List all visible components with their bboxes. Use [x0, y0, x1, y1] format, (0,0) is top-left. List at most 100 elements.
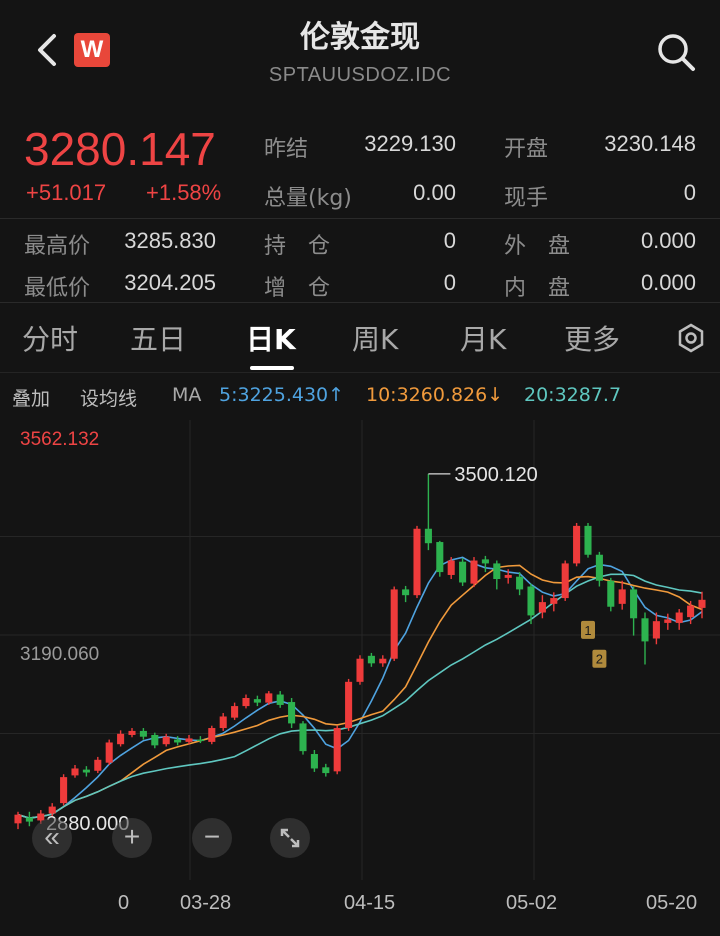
inner-disk-value: 0.000	[640, 270, 696, 295]
candle-body	[265, 693, 273, 703]
candle-body	[288, 702, 296, 724]
candle-body	[698, 599, 706, 608]
tab-weekly-k[interactable]: 周K	[352, 318, 398, 358]
event-marker-label: 1	[584, 623, 591, 638]
tab-intraday[interactable]: 分时	[22, 318, 78, 358]
outer-disk-label: 外 盘	[504, 234, 571, 259]
candle-body	[607, 580, 615, 607]
candle-body	[675, 612, 683, 623]
high-label: 最高价	[24, 234, 91, 259]
tab-more[interactable]: 更多	[564, 318, 620, 358]
candle-body	[447, 560, 455, 575]
candle-body	[25, 817, 33, 822]
set-ma-button[interactable]: 设均线	[80, 384, 137, 411]
candle-body	[584, 525, 592, 555]
candle-body	[550, 598, 558, 604]
x-tick-label: 0	[118, 892, 130, 914]
low-label: 最低价	[24, 276, 91, 301]
candle-body	[402, 589, 410, 596]
event-marker-label: 2	[596, 652, 603, 667]
tab-daily-k[interactable]: 日K	[246, 318, 296, 358]
candle-body	[333, 728, 341, 772]
candle-body	[276, 694, 284, 705]
ma20-value: 20:3287.7	[524, 384, 622, 406]
search-icon[interactable]	[654, 30, 698, 74]
low-value: 3204.205	[124, 270, 216, 295]
volume-label: 总量(kg)	[264, 186, 352, 211]
candle-body	[208, 728, 216, 742]
candle-body	[481, 559, 489, 564]
price-change-percent: +1.58%	[146, 180, 222, 205]
candle-body	[139, 730, 147, 737]
candle-body	[162, 736, 170, 745]
current-lot-label: 现手	[504, 186, 549, 211]
candle-body	[299, 723, 307, 752]
scroll-left-icon[interactable]: «	[32, 818, 72, 858]
candle-body	[413, 528, 421, 596]
candle-body	[117, 733, 125, 745]
candle-body	[128, 730, 136, 735]
candle-body	[641, 618, 649, 642]
candle-body	[60, 777, 68, 804]
candle-body	[242, 697, 250, 707]
volume-value: 0.00	[413, 180, 456, 205]
price-change: +51.017	[26, 180, 107, 205]
divider	[0, 372, 720, 373]
ma5-value: 5:3225.430↑	[219, 384, 345, 406]
candle-body	[345, 681, 353, 729]
candle-body	[390, 589, 398, 659]
high-annotation-label: 3500.120	[454, 464, 537, 486]
candle-body	[538, 602, 546, 613]
ma20-line	[17, 573, 703, 819]
candle-body	[687, 605, 695, 618]
tab-monthly-k[interactable]: 月K	[460, 318, 506, 358]
candle-body	[71, 768, 79, 776]
candle-body	[151, 734, 159, 746]
tab-five-day[interactable]: 五日	[130, 318, 186, 358]
zoom-out-icon[interactable]: −	[192, 818, 232, 858]
candle-body	[219, 716, 227, 729]
active-tab-indicator	[250, 366, 294, 370]
divider	[0, 302, 720, 303]
oi-change-value: 0	[443, 270, 456, 295]
candle-body	[573, 525, 581, 564]
divider	[0, 218, 720, 219]
y-max-label: 3562.132	[20, 429, 99, 450]
prev-settle-label: 昨结	[264, 137, 309, 162]
candle-body	[94, 759, 102, 771]
last-price: 3280.147	[24, 123, 216, 175]
open-label: 开盘	[504, 137, 549, 162]
candle-body	[379, 658, 387, 664]
candle-body	[652, 621, 660, 639]
current-lot-value: 0	[683, 180, 696, 205]
outer-disk-value: 0.000	[640, 228, 696, 253]
kline-chart-svg: 3500.1203562.1323190.0602880.00012	[0, 420, 720, 880]
candle-body	[630, 589, 638, 619]
kline-chart[interactable]: 3500.120 3562.132 3190.060 2880.000 1 2	[0, 420, 720, 880]
x-tick-label: 05-02	[506, 892, 558, 914]
candle-body	[470, 560, 478, 584]
high-value: 3285.830	[124, 228, 216, 253]
candle-body	[595, 554, 603, 581]
candle-body	[504, 574, 512, 578]
candle-body	[356, 658, 364, 682]
open-value: 3230.148	[604, 131, 696, 156]
candle-body	[436, 542, 444, 573]
x-tick-label: 04-15	[344, 892, 396, 914]
open-interest-value: 0	[443, 228, 456, 253]
overlay-button[interactable]: 叠加	[12, 384, 50, 411]
y-mid-label: 3190.060	[20, 644, 99, 665]
fullscreen-icon[interactable]	[270, 818, 310, 858]
open-interest-label: 持 仓	[264, 234, 331, 259]
candle-body	[82, 769, 90, 773]
candle-body	[105, 742, 113, 763]
instrument-code: SPTAUUSDOZ.IDC	[268, 64, 452, 86]
settings-gear-icon[interactable]	[676, 322, 706, 354]
candle-body	[14, 814, 22, 824]
candle-body	[253, 699, 261, 703]
prev-settle-value: 3229.130	[364, 131, 456, 156]
ma-label: MA	[172, 384, 202, 406]
x-tick-label: 05-20	[646, 892, 698, 914]
candle-body	[231, 706, 239, 718]
zoom-in-icon[interactable]: +	[112, 818, 152, 858]
